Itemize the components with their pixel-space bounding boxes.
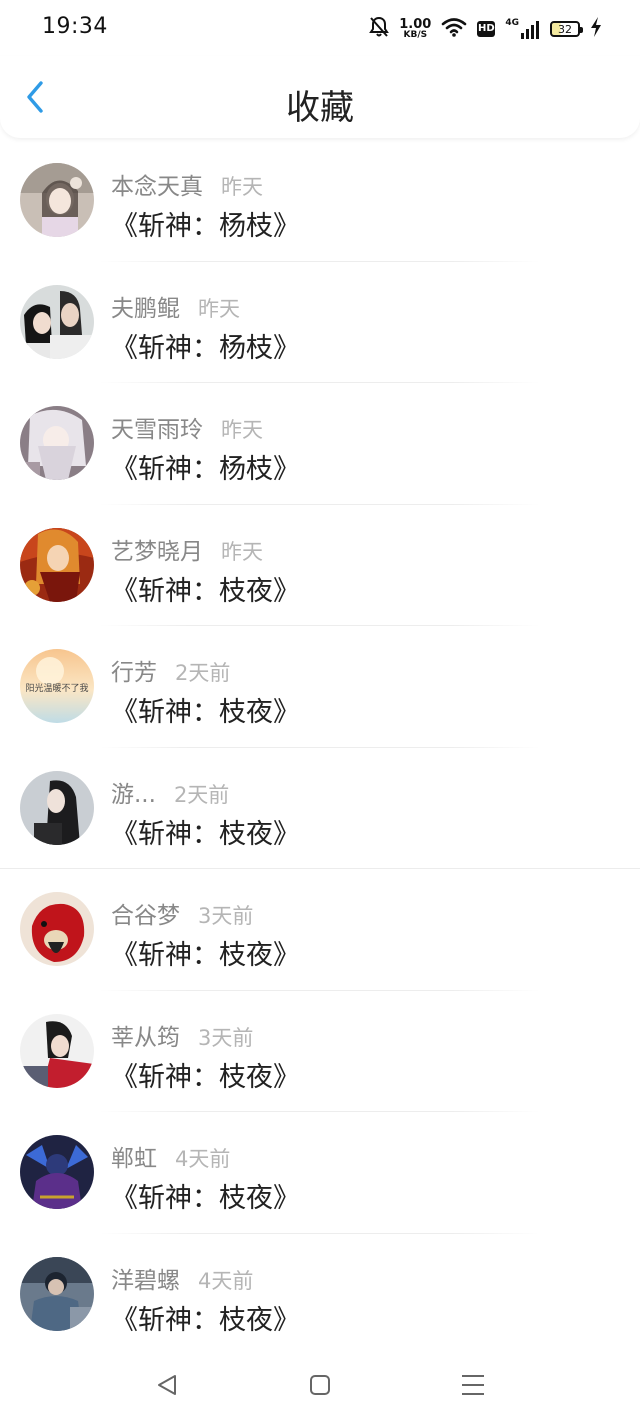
- charging-icon: [590, 17, 602, 41]
- nav-home-button[interactable]: [305, 1370, 335, 1400]
- avatar: [20, 406, 94, 480]
- item-meta: 游... 2天前: [111, 775, 229, 809]
- network-speed: 1.00 KB/S: [399, 18, 431, 40]
- hd-badge: HD: [477, 21, 496, 37]
- cellular-signal-icon: 4G: [505, 18, 540, 40]
- nav-back-button[interactable]: [152, 1370, 182, 1400]
- item-time: 4天前: [198, 1268, 254, 1293]
- item-time: 4天前: [175, 1147, 231, 1171]
- user-name: 本念天真: [111, 174, 203, 200]
- status-icons: 1.00 KB/S HD 4G 32: [369, 14, 602, 44]
- favorite-item[interactable]: 夫鹏鲲 昨天 《斩神：杨枝》: [0, 262, 640, 383]
- item-meta: 洋碧螺 4天前: [111, 1261, 253, 1295]
- item-title: 《斩神：枝夜》: [111, 1183, 300, 1214]
- item-meta: 郸虹 4天前: [111, 1139, 230, 1173]
- app-header: 收藏: [0, 56, 640, 138]
- avatar-caption: 阳光温暖不了我: [25, 682, 88, 694]
- avatar: [20, 163, 94, 237]
- triangle-back-icon: [158, 1375, 176, 1395]
- square-home-icon: [310, 1375, 330, 1395]
- item-title: 《斩神：杨枝》: [111, 332, 300, 364]
- network-speed-unit: KB/S: [403, 30, 428, 40]
- item-meta: 夫鹏鲲 昨天: [111, 289, 240, 323]
- item-title: 《斩神：枝夜》: [111, 940, 300, 971]
- user-name: 洋碧螺: [111, 1267, 180, 1294]
- user-name: 天雪雨玲: [111, 417, 203, 443]
- favorite-item[interactable]: 游... 2天前 《斩神：枝夜》: [0, 748, 640, 869]
- item-time: 3天前: [198, 904, 254, 928]
- status-time: 19:34: [42, 14, 108, 39]
- item-title: 《斩神：枝夜》: [111, 818, 300, 850]
- user-name: 合谷梦: [111, 903, 180, 929]
- avatar: [20, 1256, 94, 1331]
- menu-icon: [462, 1375, 484, 1395]
- item-meta: 本念天真 昨天: [111, 167, 263, 201]
- avatar: [20, 284, 94, 359]
- item-time: 2天前: [173, 782, 230, 807]
- item-time: 2天前: [175, 661, 231, 685]
- item-title: 《斩神：枝夜》: [111, 1304, 300, 1336]
- user-name: 夫鹏鲲: [111, 295, 180, 322]
- item-title: 《斩神：枝夜》: [111, 697, 300, 728]
- favorite-item[interactable]: 莘从筠 3天前 《斩神：枝夜》: [0, 991, 640, 1112]
- item-meta: 合谷梦 3天前: [111, 896, 253, 930]
- user-name: 莘从筠: [111, 1024, 180, 1051]
- item-time: 昨天: [221, 539, 263, 564]
- avatar: [20, 527, 94, 602]
- item-title: 《斩神：枝夜》: [111, 575, 300, 607]
- item-time: 3天前: [198, 1025, 254, 1050]
- wifi-icon: [441, 17, 467, 41]
- favorite-item[interactable]: 郸虹 4天前 《斩神：枝夜》: [0, 1112, 640, 1234]
- avatar: [20, 770, 94, 845]
- favorite-item[interactable]: 艺梦晓月 昨天 《斩神：枝夜》: [0, 505, 640, 626]
- avatar: [20, 1013, 94, 1088]
- avatar: 阳光温暖不了我: [20, 649, 94, 723]
- item-meta: 天雪雨玲 昨天: [111, 410, 263, 444]
- item-time: 昨天: [221, 418, 263, 442]
- user-name: 游...: [111, 781, 156, 808]
- bell-muted-icon: [369, 16, 390, 42]
- avatar: [20, 892, 94, 966]
- item-meta: 莘从筠 3天前: [111, 1018, 253, 1052]
- nav-menu-button[interactable]: [458, 1370, 488, 1400]
- status-bar: 19:34 1.00 KB/S HD 4G 32: [0, 0, 640, 56]
- favorite-item[interactable]: 天雪雨玲 昨天 《斩神：杨枝》: [0, 383, 640, 505]
- item-time: 昨天: [198, 296, 240, 321]
- user-name: 郸虹: [111, 1146, 157, 1172]
- item-title: 《斩神：杨枝》: [111, 211, 300, 242]
- favorites-screen: 19:34 1.00 KB/S HD 4G 32 收藏 本念天真 昨天 《斩神：…: [0, 0, 640, 1422]
- battery-level: 32: [558, 22, 572, 36]
- item-title: 《斩神：枝夜》: [111, 1061, 300, 1093]
- avatar: [20, 1135, 94, 1209]
- favorite-item[interactable]: 合谷梦 3天前 《斩神：枝夜》: [0, 869, 640, 991]
- user-name: 行芳: [111, 660, 157, 686]
- system-nav-bar: [0, 1352, 640, 1422]
- network-type-label: 4G: [505, 18, 519, 28]
- favorite-item[interactable]: 阳光温暖不了我 行芳 2天前 《斩神：枝夜》: [0, 626, 640, 748]
- page-title: 收藏: [286, 88, 354, 128]
- item-time: 昨天: [221, 175, 263, 199]
- item-meta: 艺梦晓月 昨天: [111, 532, 263, 566]
- favorites-list: 本念天真 昨天 《斩神：杨枝》 夫鹏鲲 昨天 《斩神：杨枝》 天雪雨玲 昨天 《…: [0, 140, 640, 1355]
- item-title: 《斩神：杨枝》: [111, 454, 300, 485]
- item-meta: 行芳 2天前: [111, 653, 230, 687]
- user-name: 艺梦晓月: [111, 538, 203, 565]
- favorite-item[interactable]: 本念天真 昨天 《斩神：杨枝》: [0, 140, 640, 262]
- favorite-item[interactable]: 洋碧螺 4天前 《斩神：枝夜》: [0, 1234, 640, 1356]
- battery-icon: 32: [550, 21, 583, 37]
